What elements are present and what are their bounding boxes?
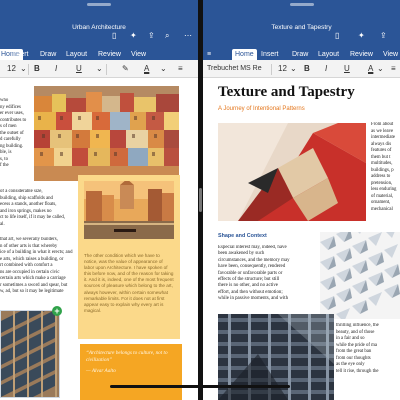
lightbulb-icon[interactable]: ✦ <box>358 32 365 40</box>
underline-icon[interactable]: U <box>344 64 350 74</box>
quote-text: “Architecture belongs to culture, not to… <box>86 350 168 363</box>
bold-icon[interactable]: B <box>34 64 40 74</box>
sidebar-note: The other condition which we have to not… <box>78 247 180 339</box>
font-size-field[interactable]: 12 <box>7 64 16 74</box>
body-text-lower: that art, we severally builders, n of oth… <box>0 237 73 294</box>
hamburger-icon[interactable]: ≡ <box>204 49 214 60</box>
tab-draw[interactable]: Draw <box>37 49 59 60</box>
pull-quote: “Architecture belongs to culture, not to… <box>80 344 182 400</box>
tab-home[interactable]: Home <box>232 49 257 60</box>
toolbar-divider <box>28 64 29 75</box>
file-icon[interactable]: ▯ <box>335 32 339 40</box>
document-heading: Texture and Tapestry <box>218 84 355 100</box>
ribbon-tabs: ≡ Home Insert Draw Layout Review View <box>203 47 400 60</box>
tab-review[interactable]: Review <box>95 49 124 60</box>
multitasking-handle[interactable] <box>87 3 111 6</box>
tab-view[interactable]: View <box>128 49 149 60</box>
home-indicator[interactable] <box>110 385 290 388</box>
tab-view[interactable]: View <box>380 49 400 60</box>
document-subtitle: A Journey of Intentional Patterns <box>218 106 305 112</box>
red-geometric-photo[interactable] <box>218 123 366 221</box>
tab-layout[interactable]: Layout <box>63 49 90 60</box>
quote-author: — Alvar Aalto <box>86 368 116 374</box>
format-toolbar: Trebuchet MS Re 12 ⌄ B I U A ⌄ ≡ <box>203 60 400 78</box>
format-toolbar: 12 ⌄ B I U ⌄ ✎ A ⌄ ≡ <box>0 60 198 78</box>
share-icon[interactable]: ⇪ <box>148 32 155 40</box>
left-window: Urban Architecture ▯ ✦ ⇪ ⌕ ⋯ Home Insert… <box>0 0 198 400</box>
document-title: Urban Architecture <box>72 24 126 31</box>
document-canvas[interactable]: who ny edifices er ever uses, contributes t… <box>0 78 198 400</box>
more-icon[interactable]: ⋯ <box>184 32 192 40</box>
file-icon[interactable]: ▯ <box>112 32 116 40</box>
document-canvas[interactable]: Texture and Tapestry A Journey of Intent… <box>203 78 400 400</box>
font-size-field[interactable]: 12 <box>278 64 287 74</box>
search-icon[interactable]: ⌕ <box>165 32 169 40</box>
share-icon[interactable]: ⇪ <box>380 32 387 40</box>
multitasking-handle[interactable] <box>289 3 314 6</box>
divider-handle[interactable] <box>199 188 202 212</box>
paragraph-icon[interactable]: ≡ <box>391 64 396 74</box>
tab-insert[interactable]: Insert <box>258 49 282 60</box>
highlighter-icon[interactable]: ✎ <box>122 64 129 74</box>
chevron-down-icon[interactable]: ⌄ <box>20 64 27 74</box>
underline-icon[interactable]: U <box>76 64 82 74</box>
font-name-field[interactable]: Trebuchet MS Re <box>207 64 262 74</box>
section-heading: Shape and Context <box>218 233 267 239</box>
italic-icon[interactable]: I <box>55 64 57 74</box>
ribbon-tabs: Home Insert Draw Layout Review View <box>0 47 198 60</box>
tab-insert[interactable]: Insert <box>8 49 32 60</box>
title-bar: Urban Architecture ▯ ✦ ⇪ ⌕ ⋯ <box>0 0 198 47</box>
chevron-down-icon[interactable]: ⌄ <box>160 64 167 74</box>
white-facade-photo[interactable] <box>320 232 400 319</box>
right-window: Texture and Tapestry ▯ ✦ ⇪ ≡ Home Insert… <box>203 0 400 400</box>
toolbar-divider <box>106 64 107 75</box>
tab-review[interactable]: Review <box>347 49 376 60</box>
paragraph-icon[interactable]: ≡ <box>178 64 183 74</box>
add-icon[interactable]: + <box>52 306 62 316</box>
toolbar-divider <box>271 64 272 75</box>
font-color-icon[interactable]: A <box>144 64 149 74</box>
title-bar: Texture and Tapestry ▯ ✦ ⇪ <box>203 0 400 47</box>
body-text-bottom: thrilling influence, the beauty, and of t… <box>336 323 379 374</box>
tab-draw[interactable]: Draw <box>289 49 311 60</box>
body-text-middle: of a considerable size, building, ship sc… <box>0 189 66 227</box>
lightbulb-icon[interactable]: ✦ <box>130 32 137 40</box>
venice-canal-photo[interactable] <box>84 181 174 239</box>
colorful-city-photo[interactable] <box>34 86 179 181</box>
font-color-icon[interactable]: A <box>368 64 373 74</box>
chevron-down-icon[interactable]: ⌄ <box>290 64 297 74</box>
body-text-top: From about as we leave intermediate always … <box>371 122 397 212</box>
body-text-top: who ny edifices er ever uses, contributes t… <box>0 98 27 168</box>
bold-icon[interactable]: B <box>304 64 310 74</box>
building-facade-photo[interactable] <box>0 310 60 398</box>
tab-layout[interactable]: Layout <box>315 49 342 60</box>
document-title: Texture and Tapestry <box>271 24 332 31</box>
chevron-down-icon[interactable]: ⌄ <box>96 64 103 74</box>
italic-icon[interactable]: I <box>325 64 327 74</box>
body-text-middle: Especial interest may, indeed, have been … <box>218 245 290 302</box>
chevron-down-icon[interactable]: ⌄ <box>377 64 384 74</box>
